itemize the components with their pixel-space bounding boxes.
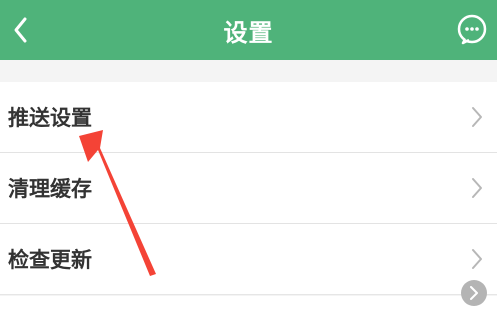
chevron-right-icon	[472, 178, 482, 198]
menu-item-label: 清理缓存	[8, 177, 92, 201]
app-header: 设置	[0, 0, 497, 60]
bottom-area	[0, 296, 497, 316]
menu-item-clear-cache[interactable]: 清理缓存	[0, 153, 497, 224]
menu-item-push-settings[interactable]: 推送设置	[0, 82, 497, 153]
page-title: 设置	[223, 18, 274, 47]
chevron-right-icon	[472, 107, 482, 127]
settings-menu: 推送设置 清理缓存 检查更新	[0, 82, 497, 295]
menu-item-label: 推送设置	[8, 106, 92, 130]
chevron-right-icon	[470, 286, 478, 300]
message-button[interactable]	[455, 12, 489, 46]
menu-item-check-updates[interactable]: 检查更新	[0, 224, 497, 295]
chevron-right-icon	[472, 249, 482, 269]
floating-next-button[interactable]	[461, 280, 487, 306]
menu-item-label: 检查更新	[8, 248, 92, 272]
chat-bubble-icon	[457, 14, 487, 45]
section-gap	[0, 60, 497, 82]
